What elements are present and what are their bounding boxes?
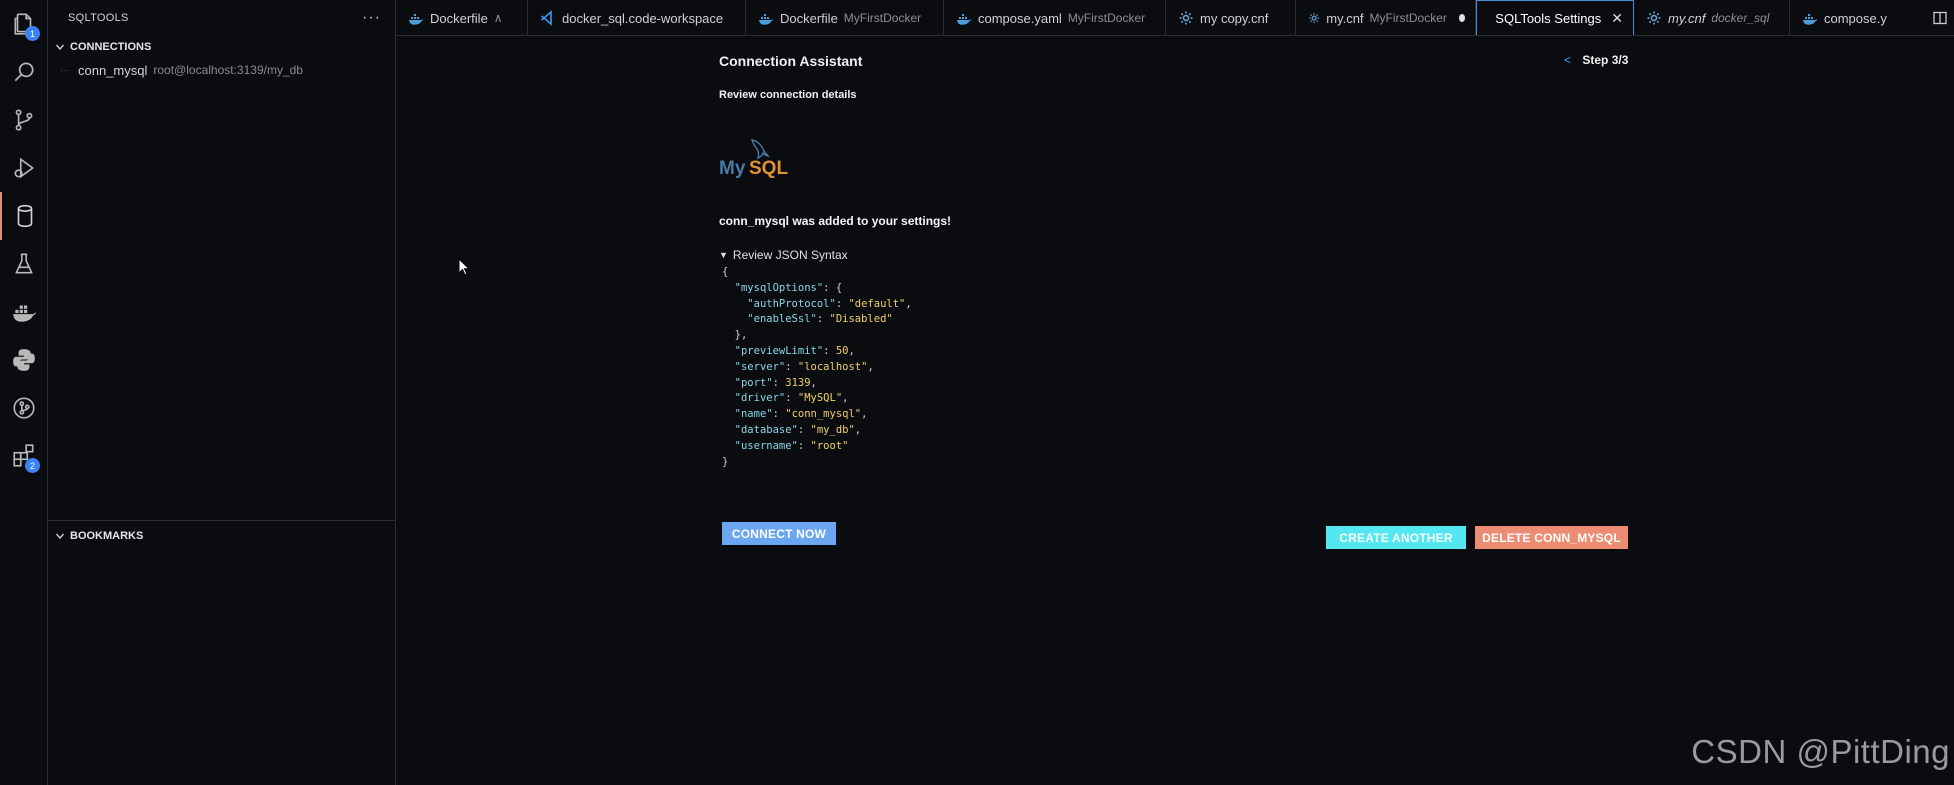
mysql-logo: My SQL <box>718 136 790 184</box>
tab-dockerfile[interactable]: Dockerfile ∧ <box>396 0 528 35</box>
gear-icon <box>1178 10 1194 26</box>
connect-now-button[interactable]: CONNECT NOW <box>722 522 836 545</box>
tab-dockerfile-myfirstdocker[interactable]: Dockerfile MyFirstDocker <box>746 0 944 35</box>
sidebar-header: SQLTOOLS ··· <box>48 0 395 36</box>
run-debug-icon[interactable] <box>0 144 48 192</box>
connections-label: CONNECTIONS <box>70 41 152 53</box>
step-label: Step 3/3 <box>1582 53 1629 67</box>
source-control-icon[interactable] <box>0 96 48 144</box>
docker-icon <box>956 10 972 26</box>
docker-icon[interactable] <box>0 288 48 336</box>
tab-label: docker_sql.code-workspace <box>562 10 724 26</box>
connection-status-icon: ··· <box>60 64 70 76</box>
tab-description: ∧ <box>493 11 503 25</box>
tab-description: MyFirstDocker <box>1067 11 1146 25</box>
explorer-badge: 1 <box>25 26 40 41</box>
extensions-icon[interactable]: 2 <box>0 432 48 480</box>
docker-icon <box>408 10 424 26</box>
vscode-icon <box>540 10 556 26</box>
database-icon[interactable] <box>0 192 48 240</box>
mouse-cursor-icon <box>458 257 471 276</box>
tab-label: compose.yaml <box>978 10 1062 26</box>
sidebar-title: SQLTOOLS <box>68 12 129 24</box>
sidebar: SQLTOOLS ··· CONNECTIONS ··· conn_mysql … <box>48 0 396 785</box>
tab-my-cnf-docker-sql[interactable]: my.cnf docker_sql <box>1634 0 1790 35</box>
tab-label: my copy.cnf <box>1200 10 1269 26</box>
connection-name: conn_mysql <box>78 62 148 78</box>
back-button[interactable]: < <box>1564 53 1571 67</box>
tab-sqltools-settings[interactable]: SQLTools Settings ✕ <box>1476 0 1634 35</box>
tab-label: Dockerfile <box>780 10 838 26</box>
docker-icon <box>1802 10 1818 26</box>
create-another-button[interactable]: CREATE ANOTHER <box>1326 526 1466 549</box>
bookmarks-label: BOOKMARKS <box>70 530 144 542</box>
explorer-icon[interactable]: 1 <box>0 0 48 48</box>
page-title: Connection Assistant <box>719 53 863 69</box>
search-icon[interactable] <box>0 48 48 96</box>
tab-label: SQLTools Settings <box>1495 10 1602 26</box>
connection-item[interactable]: ··· conn_mysql root@localhost:3139/my_db <box>48 58 395 82</box>
more-actions-icon[interactable]: ··· <box>362 9 381 27</box>
connection-description: root@localhost:3139/my_db <box>153 63 303 77</box>
triangle-down-icon: ▼ <box>719 250 728 260</box>
tab-description: docker_sql <box>1711 11 1770 25</box>
gear-icon <box>1308 10 1320 26</box>
tab-label: my.cnf <box>1326 10 1364 26</box>
chevron-down-icon <box>52 528 68 544</box>
editor-tab-bar: Dockerfile ∧ docker_sql.code-workspace D… <box>396 0 1954 36</box>
success-message: conn_mysql was added to your settings! <box>719 214 952 228</box>
step-indicator: < Step 3/3 <box>1564 53 1628 67</box>
python-icon[interactable] <box>0 336 48 384</box>
gear-icon <box>1646 10 1662 26</box>
watermark: CSDN @PittDing <box>1691 733 1950 770</box>
split-editor-icon[interactable] <box>1932 10 1948 26</box>
bookmarks-section: BOOKMARKS <box>48 520 396 547</box>
unsaved-indicator-icon[interactable] <box>1458 14 1465 22</box>
testing-flask-icon[interactable] <box>0 240 48 288</box>
json-preview: { "mysqlOptions": { "authProtocol": "def… <box>722 266 912 468</box>
tab-description: MyFirstDocker <box>843 11 922 25</box>
tab-label: my.cnf <box>1668 10 1706 26</box>
delete-connection-button[interactable]: DELETE CONN_MYSQL <box>1475 526 1628 549</box>
mysql-logo-text-sql: SQL <box>749 158 788 179</box>
activity-bar: 1 2 <box>0 0 48 785</box>
tab-docker-sql-workspace[interactable]: docker_sql.code-workspace <box>528 0 746 35</box>
chevron-down-icon <box>52 39 68 55</box>
json-toggle-label: Review JSON Syntax <box>732 248 848 262</box>
git-graph-icon[interactable] <box>0 384 48 432</box>
tab-label: Dockerfile <box>430 10 488 26</box>
connections-section-header[interactable]: CONNECTIONS <box>48 36 395 58</box>
json-syntax-toggle[interactable]: ▼ Review JSON Syntax <box>719 248 848 262</box>
sqltools-settings-editor: Connection Assistant < Step 3/3 Review c… <box>396 36 1954 785</box>
tab-description: MyFirstDocker <box>1369 11 1447 25</box>
mysql-logo-text-my: My <box>719 158 746 179</box>
tab-compose-y[interactable]: compose.y <box>1790 0 1910 35</box>
tab-label: compose.y <box>1824 10 1887 26</box>
extensions-badge: 2 <box>25 458 40 473</box>
close-icon[interactable]: ✕ <box>1611 10 1623 27</box>
bookmarks-section-header[interactable]: BOOKMARKS <box>48 525 396 547</box>
docker-icon <box>758 10 774 26</box>
page-subtitle: Review connection details <box>719 89 857 101</box>
tab-my-cnf-myfirstdocker[interactable]: my.cnf MyFirstDocker <box>1296 0 1476 35</box>
tab-my-copy-cnf[interactable]: my copy.cnf <box>1166 0 1296 35</box>
tab-compose-yaml[interactable]: compose.yaml MyFirstDocker <box>944 0 1166 35</box>
